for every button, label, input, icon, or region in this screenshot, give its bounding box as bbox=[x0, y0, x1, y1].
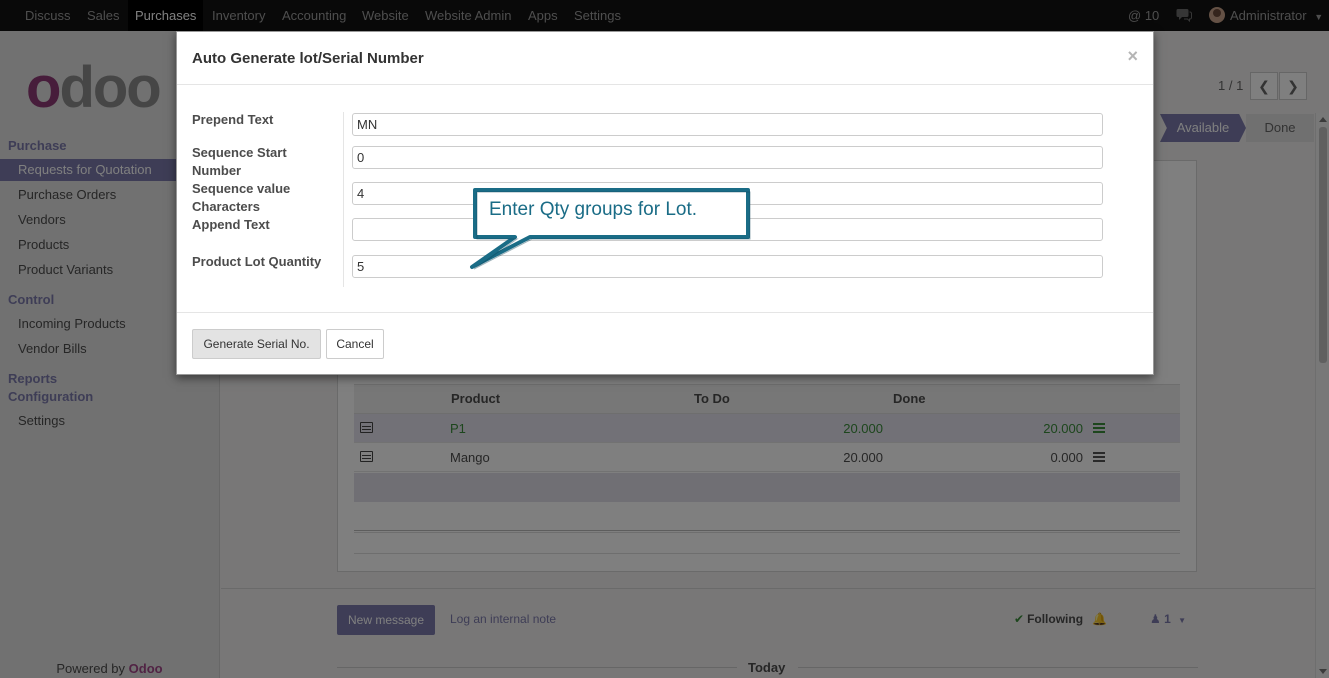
label-lot-quantity: Product Lot Quantity bbox=[192, 254, 322, 269]
dialog-header: Auto Generate lot/Serial Number × bbox=[177, 32, 1153, 85]
cancel-button[interactable]: Cancel bbox=[326, 329, 384, 359]
field-separator bbox=[343, 112, 344, 287]
label-prepend-text: Prepend Text bbox=[192, 112, 274, 127]
close-icon[interactable]: × bbox=[1127, 46, 1138, 67]
callout-text: Enter Qty groups for Lot. bbox=[489, 199, 698, 220]
dialog-title: Auto Generate lot/Serial Number bbox=[192, 50, 424, 67]
callout-bubble bbox=[470, 188, 751, 270]
label-sequence-start: Sequence Start Number bbox=[192, 145, 287, 178]
label-append-text: Append Text bbox=[192, 217, 270, 232]
label-sequence-chars: Sequence value Characters bbox=[192, 181, 291, 214]
prepend-text-input[interactable] bbox=[352, 113, 1103, 136]
dialog-footer bbox=[177, 312, 1153, 374]
sequence-start-input[interactable] bbox=[352, 146, 1103, 169]
generate-serial-button[interactable]: Generate Serial No. bbox=[192, 329, 321, 359]
